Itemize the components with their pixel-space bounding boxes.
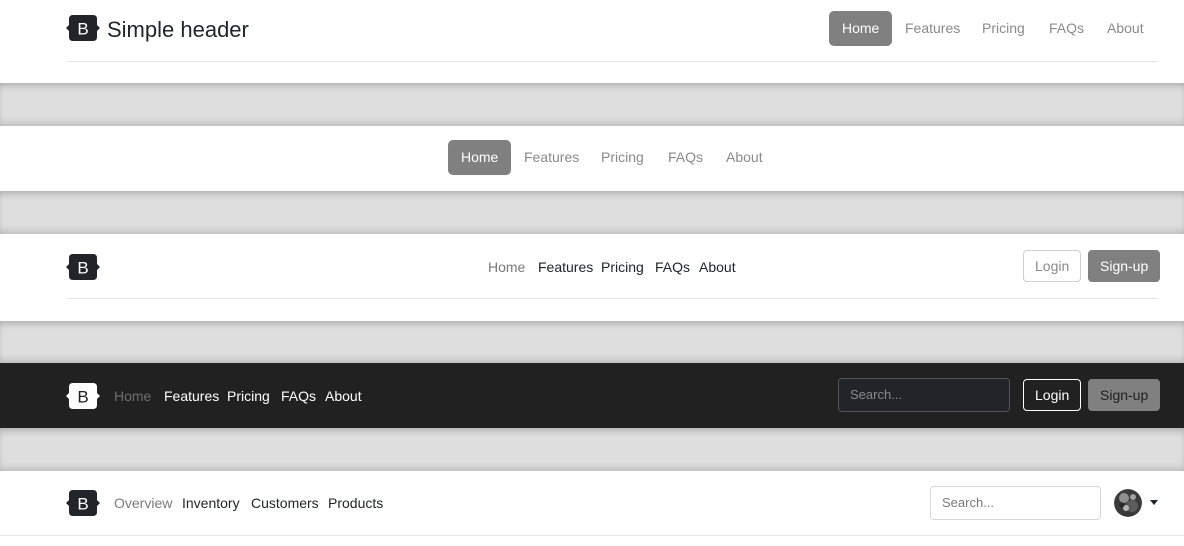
section-divider [0,191,1184,234]
svg-text:B: B [77,388,88,407]
header-simple: B Simple header Home Features Pricing FA… [0,0,1184,83]
brand-text[interactable]: Simple header [107,16,249,44]
section-divider [0,428,1184,471]
nav-about[interactable]: About [699,257,736,277]
header-app: B Overview Inventory Customers Products … [0,471,1184,546]
nav-home[interactable]: Home [829,11,893,46]
nav-pricing[interactable]: Pricing [601,257,644,277]
section-divider [0,321,1184,363]
nav-pricing[interactable]: Pricing [969,11,1038,46]
nav-about[interactable]: About [713,140,776,175]
section-divider [0,83,1184,126]
nav-home[interactable]: Home [448,140,512,175]
nav-pricing[interactable]: Pricing [588,140,657,175]
search-input[interactable]: Search... [930,486,1101,520]
nav-about[interactable]: About [325,386,362,406]
login-button[interactable]: Login [1023,250,1082,282]
nav-features[interactable]: Features [511,140,592,175]
svg-text:B: B [77,259,88,278]
header-with-buttons: B Home Features Pricing FAQs About Login… [0,234,1184,321]
bootstrap-logo-icon[interactable]: B [66,488,100,518]
signup-button[interactable]: Sign-up [1088,250,1161,282]
login-button[interactable]: Login [1023,379,1082,411]
nav-home[interactable]: Home [488,257,525,277]
nav-customers[interactable]: Customers [251,493,319,513]
avatar[interactable] [1114,489,1142,517]
nav-pricing[interactable]: Pricing [227,386,270,406]
svg-text:B: B [77,20,88,39]
header-centered: Home Features Pricing FAQs About [0,126,1184,191]
nav-overview[interactable]: Overview [114,493,172,513]
divider [0,535,1184,536]
nav-faqs[interactable]: FAQs [655,257,690,277]
header-dark: B Home Features Pricing FAQs About Searc… [0,363,1184,428]
bootstrap-logo-icon[interactable]: B [66,252,100,282]
nav-faqs[interactable]: FAQs [281,386,316,406]
nav-faqs[interactable]: FAQs [655,140,716,175]
chevron-down-icon[interactable] [1150,500,1158,505]
divider [67,61,1158,62]
bootstrap-logo-icon[interactable]: B [66,13,100,43]
bootstrap-logo-icon[interactable]: B [66,381,100,411]
svg-text:B: B [77,495,88,514]
divider [67,298,1158,299]
nav-features[interactable]: Features [164,386,219,406]
nav-faqs[interactable]: FAQs [1036,11,1097,46]
nav-inventory[interactable]: Inventory [182,493,240,513]
nav-about[interactable]: About [1094,11,1157,46]
nav-features[interactable]: Features [538,257,593,277]
nav-home[interactable]: Home [114,386,151,406]
nav-features[interactable]: Features [892,11,973,46]
search-input[interactable]: Search... [838,378,1010,412]
nav-products[interactable]: Products [328,493,383,513]
signup-button[interactable]: Sign-up [1088,379,1161,411]
